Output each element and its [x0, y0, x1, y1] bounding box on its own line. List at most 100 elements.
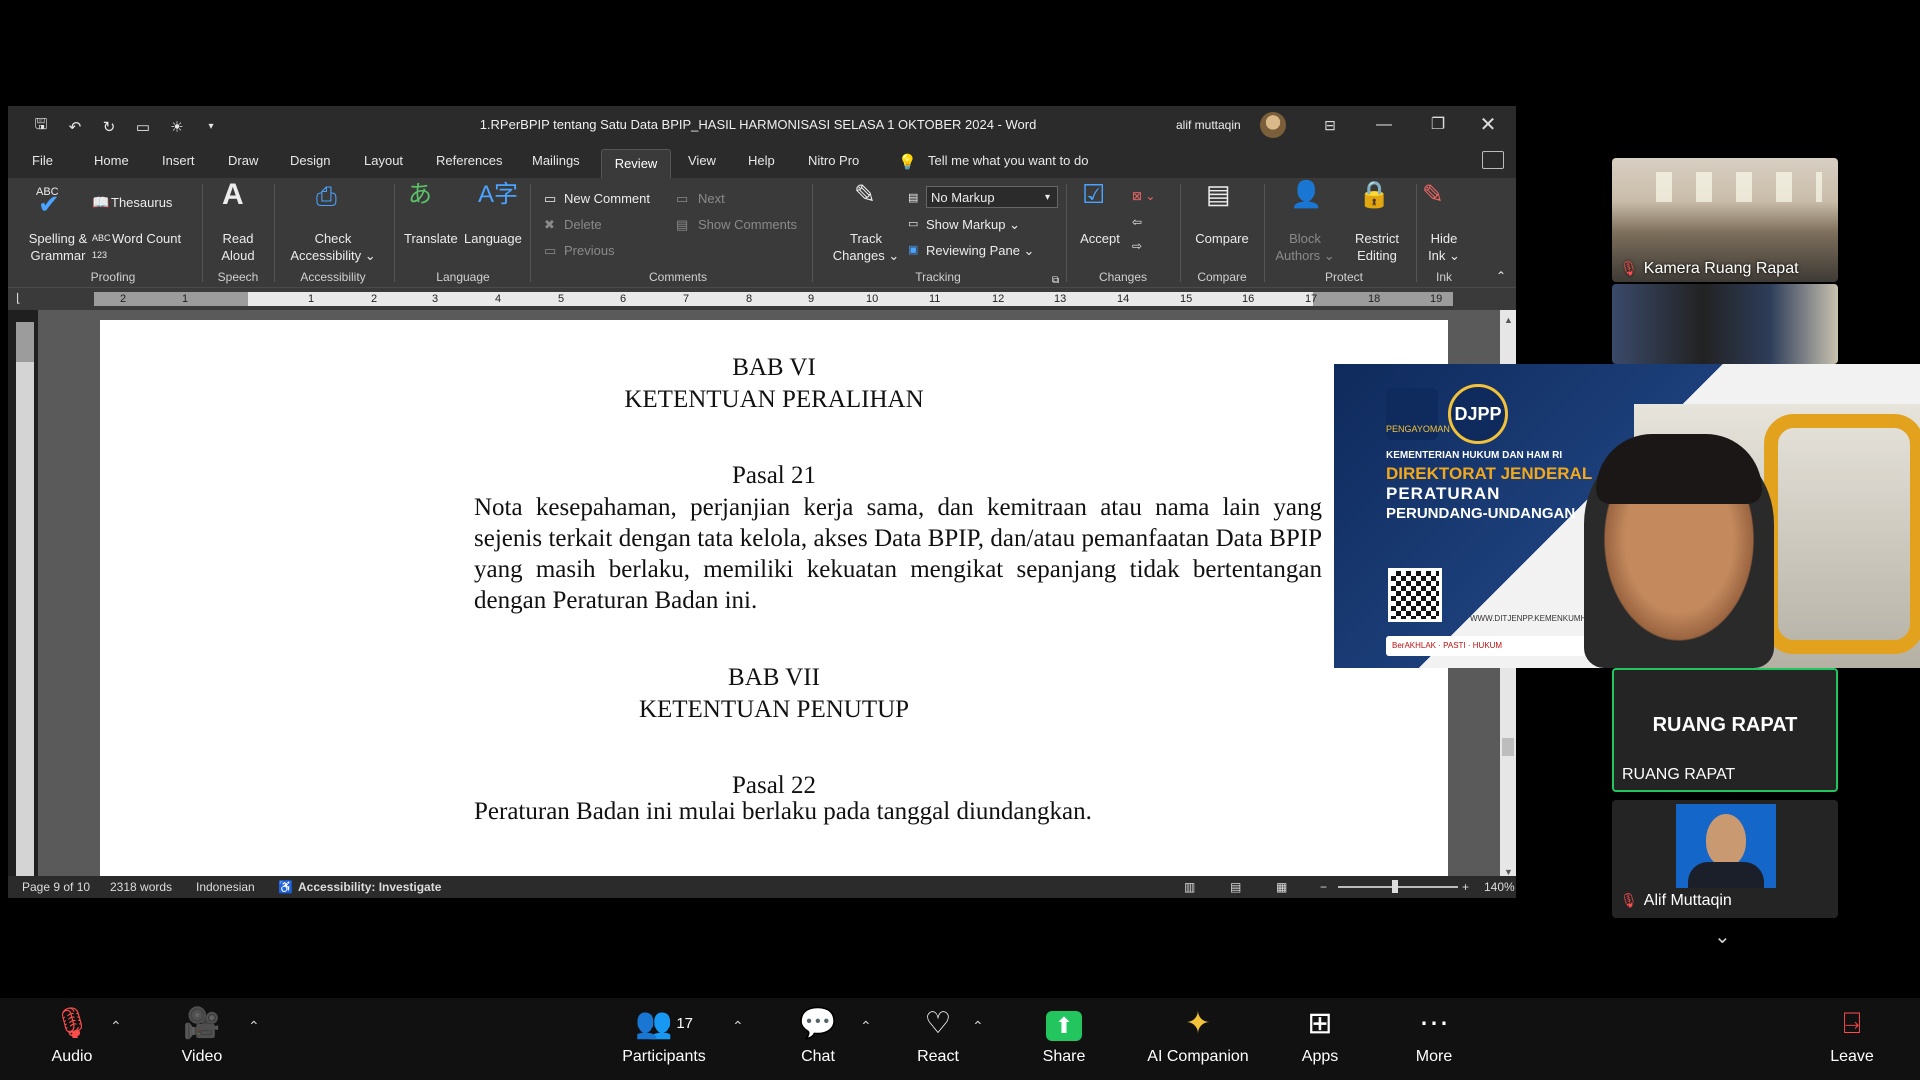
comments-icon[interactable]: [1482, 151, 1504, 169]
tab-nitro-pro[interactable]: Nitro Pro: [808, 153, 859, 168]
zoom-slider-thumb[interactable]: [1392, 880, 1398, 893]
translate-icon: あ: [408, 181, 432, 208]
collapse-ribbon-icon[interactable]: ⌃: [1496, 268, 1506, 285]
word-count-button[interactable]: Word Count: [112, 230, 181, 247]
read-aloud-button[interactable]: Read Aloud: [208, 230, 268, 264]
participant-tile-ruang-rapat[interactable]: RUANG RAPAT RUANG RAPAT: [1612, 668, 1838, 792]
track-changes-button[interactable]: Track Changes ⌄: [822, 230, 910, 264]
account-name[interactable]: alif muttaqin: [1176, 118, 1241, 132]
avatar[interactable]: [1260, 112, 1286, 138]
tracking-options-icon[interactable]: ⧉: [1052, 272, 1059, 289]
tab-view[interactable]: View: [688, 153, 716, 168]
tab-help[interactable]: Help: [748, 153, 775, 168]
ribbon-display-icon[interactable]: ⊟: [1310, 110, 1350, 140]
video-off-icon: 🎥: [183, 1007, 221, 1040]
tab-file[interactable]: File: [32, 153, 53, 168]
accessibility-status[interactable]: Accessibility: Investigate: [298, 880, 441, 894]
translate-button[interactable]: Translate: [404, 230, 458, 247]
close-button[interactable]: ✕: [1468, 110, 1508, 140]
divider: [812, 184, 813, 282]
video-button[interactable]: 🎥 Video: [152, 1004, 252, 1066]
audio-button[interactable]: 🎙 Audio: [22, 1004, 122, 1066]
tab-mailings[interactable]: Mailings: [532, 153, 580, 168]
ruler-tick: 6: [620, 293, 627, 305]
tab-home[interactable]: Home: [94, 153, 129, 168]
language-button[interactable]: Language: [464, 230, 522, 247]
print-layout-icon[interactable]: ▤: [1230, 880, 1241, 894]
thesaurus-icon: 📖: [92, 194, 110, 210]
zoom-out-icon[interactable]: −: [1320, 880, 1327, 894]
hide-ink-button[interactable]: Hide Ink ⌄: [1414, 230, 1474, 264]
react-button[interactable]: ♡ React: [888, 1004, 988, 1066]
redo-icon[interactable]: ↻: [98, 118, 120, 136]
new-comment-button[interactable]: New Comment: [564, 190, 650, 207]
leave-button[interactable]: ⍈ Leave: [1802, 1004, 1902, 1066]
accept-button[interactable]: Accept: [1068, 230, 1132, 247]
restrict-editing-button[interactable]: Restrict Editing: [1342, 230, 1412, 264]
tab-draw[interactable]: Draw: [228, 153, 258, 168]
shared-screen-video[interactable]: PENGAYOMAN DJPP KEMENTERIAN HUKUM DAN HA…: [1334, 364, 1920, 668]
show-markup-button[interactable]: Show Markup ⌄: [926, 216, 1020, 233]
ai-companion-button[interactable]: ✦ AI Companion: [1136, 1004, 1260, 1066]
divider: [1066, 184, 1067, 282]
compare-icon: ▤: [1206, 179, 1231, 209]
zoom-in-icon[interactable]: +: [1462, 880, 1469, 894]
block-authors-button[interactable]: Block Authors ⌄: [1270, 230, 1340, 264]
tab-review[interactable]: Review: [601, 149, 671, 178]
reviewing-pane-button[interactable]: Reviewing Pane ⌄: [926, 242, 1034, 259]
video-options-caret[interactable]: ⌃: [248, 1018, 260, 1035]
scroll-thumb[interactable]: [1502, 738, 1514, 756]
chevron-down-icon[interactable]: ⌄: [1714, 924, 1731, 949]
participants-button[interactable]: 👥 17 Participants: [614, 1004, 714, 1066]
zoom-slider[interactable]: [1338, 886, 1458, 888]
scroll-up-icon[interactable]: ▲: [1504, 312, 1513, 329]
page-count[interactable]: Page 9 of 10: [22, 880, 90, 894]
document-canvas[interactable]: BAB VI KETENTUAN PERALIHAN Pasal 21 Nota…: [38, 310, 1500, 882]
brightness-icon[interactable]: ☀: [166, 118, 188, 136]
customize-qat-icon[interactable]: ▾: [200, 121, 222, 132]
read-mode-icon[interactable]: ▥: [1184, 880, 1195, 894]
chat-button[interactable]: 💬 Chat: [768, 1004, 868, 1066]
reject-icon[interactable]: ⊠ ⌄: [1132, 188, 1155, 205]
audio-options-caret[interactable]: ⌃: [110, 1018, 122, 1035]
save-icon[interactable]: 🖫: [30, 114, 52, 139]
tab-design[interactable]: Design: [290, 153, 330, 168]
tab-insert[interactable]: Insert: [162, 153, 195, 168]
document-page[interactable]: BAB VI KETENTUAN PERALIHAN Pasal 21 Nota…: [100, 320, 1448, 882]
divider: [530, 184, 531, 282]
compare-button[interactable]: Compare: [1184, 230, 1260, 247]
language-status[interactable]: Indonesian: [196, 880, 255, 894]
previous-comment-button[interactable]: Previous: [564, 242, 615, 259]
react-options-caret[interactable]: ⌃: [972, 1018, 984, 1035]
next-comment-button[interactable]: Next: [698, 190, 725, 207]
next-change-icon[interactable]: ⇨: [1132, 238, 1142, 255]
group-tracking: Tracking: [915, 270, 961, 284]
more-button[interactable]: ⋯ More: [1384, 1004, 1484, 1066]
minimize-button[interactable]: —: [1364, 110, 1404, 140]
tab-references[interactable]: References: [436, 153, 502, 168]
word-count[interactable]: 2318 words: [110, 880, 172, 894]
check-accessibility-button[interactable]: Check Accessibility ⌄: [278, 230, 388, 264]
previous-change-icon[interactable]: ⇦: [1132, 214, 1142, 231]
chat-options-caret[interactable]: ⌃: [860, 1018, 872, 1035]
tell-me-search[interactable]: Tell me what you want to do: [928, 153, 1088, 168]
share-button[interactable]: ⬆ Share: [1014, 1004, 1114, 1066]
delete-comment-button[interactable]: Delete: [564, 216, 602, 233]
zoom-level[interactable]: 140%: [1484, 880, 1515, 894]
tab-stop-icon[interactable]: ⌊: [16, 290, 21, 307]
restore-button[interactable]: ❐: [1418, 110, 1458, 140]
thesaurus-button[interactable]: Thesaurus: [111, 194, 172, 211]
participant-tile-kamera[interactable]: 🎙 Kamera Ruang Rapat: [1612, 158, 1838, 282]
tab-layout[interactable]: Layout: [364, 153, 403, 168]
markup-display-select[interactable]: No Markup ▾: [926, 186, 1058, 208]
participant-tile-video[interactable]: [1612, 284, 1838, 364]
show-comments-button[interactable]: Show Comments: [698, 216, 797, 233]
web-layout-icon[interactable]: ▦: [1276, 880, 1287, 894]
apps-button[interactable]: ⊞ Apps: [1270, 1004, 1370, 1066]
participant-name: Alif Muttaqin: [1643, 892, 1732, 909]
undo-icon[interactable]: ↶: [64, 118, 86, 136]
window-mode-icon[interactable]: ▭: [132, 118, 154, 136]
participant-tile-alif[interactable]: 🎙 Alif Muttaqin: [1612, 800, 1838, 918]
spelling-grammar-button[interactable]: Spelling & Grammar: [18, 230, 98, 264]
participants-options-caret[interactable]: ⌃: [732, 1018, 744, 1035]
